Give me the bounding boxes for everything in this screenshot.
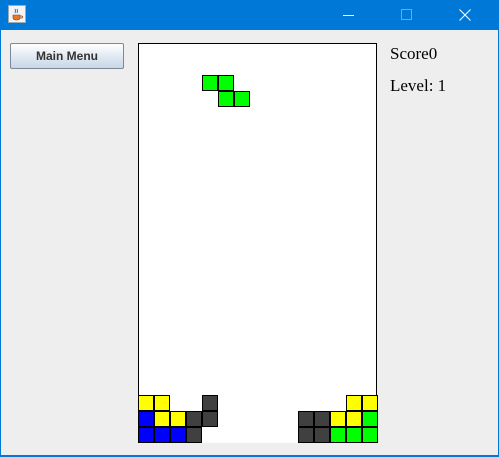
locked-block-cell: [170, 427, 186, 443]
locked-block-cell: [314, 427, 330, 443]
locked-block-cell: [346, 411, 362, 427]
locked-block-cell: [314, 411, 330, 427]
board-bottom-edge: [313, 442, 377, 443]
minimize-button[interactable]: [326, 0, 372, 30]
falling-piece-cell: [218, 91, 234, 107]
locked-block-cell: [186, 411, 202, 427]
close-icon: [459, 9, 471, 21]
tetris-board: [138, 43, 378, 443]
locked-block-cell: [362, 411, 378, 427]
game-window: Main Menu Score0 Level: 1: [0, 0, 499, 457]
maximize-button[interactable]: [384, 0, 430, 30]
locked-block-cell: [330, 427, 346, 443]
score-display: Score0: [390, 44, 437, 64]
game-panel: Main Menu Score0 Level: 1: [1, 30, 498, 455]
falling-piece-cell: [202, 75, 218, 91]
locked-block-cell: [202, 411, 218, 427]
locked-block-cell: [138, 427, 154, 443]
level-display: Level: 1: [390, 76, 446, 96]
locked-block-cell: [298, 427, 314, 443]
maximize-icon: [401, 9, 412, 20]
falling-piece-cell: [218, 75, 234, 91]
locked-block-cell: [154, 427, 170, 443]
locked-block-cell: [202, 395, 218, 411]
locked-block-cell: [186, 427, 202, 443]
locked-block-cell: [346, 427, 362, 443]
locked-block-cell: [138, 395, 154, 411]
locked-block-cell: [154, 395, 170, 411]
main-menu-button[interactable]: Main Menu: [10, 43, 124, 69]
locked-block-cell: [362, 427, 378, 443]
falling-piece-cell: [234, 91, 250, 107]
locked-block-cell: [346, 395, 362, 411]
level-value: 1: [437, 76, 447, 95]
locked-block-cell: [154, 411, 170, 427]
locked-block-cell: [138, 411, 154, 427]
locked-block-cell: [362, 395, 378, 411]
locked-block-cell: [298, 411, 314, 427]
java-cup-icon[interactable]: [8, 5, 26, 23]
level-label: Level:: [390, 76, 438, 95]
close-button[interactable]: [442, 0, 488, 30]
minimize-icon: [343, 15, 354, 16]
score-value: 0: [428, 44, 438, 63]
score-label: Score: [390, 44, 429, 63]
locked-block-cell: [170, 411, 186, 427]
title-bar[interactable]: [0, 0, 499, 30]
locked-block-cell: [330, 411, 346, 427]
